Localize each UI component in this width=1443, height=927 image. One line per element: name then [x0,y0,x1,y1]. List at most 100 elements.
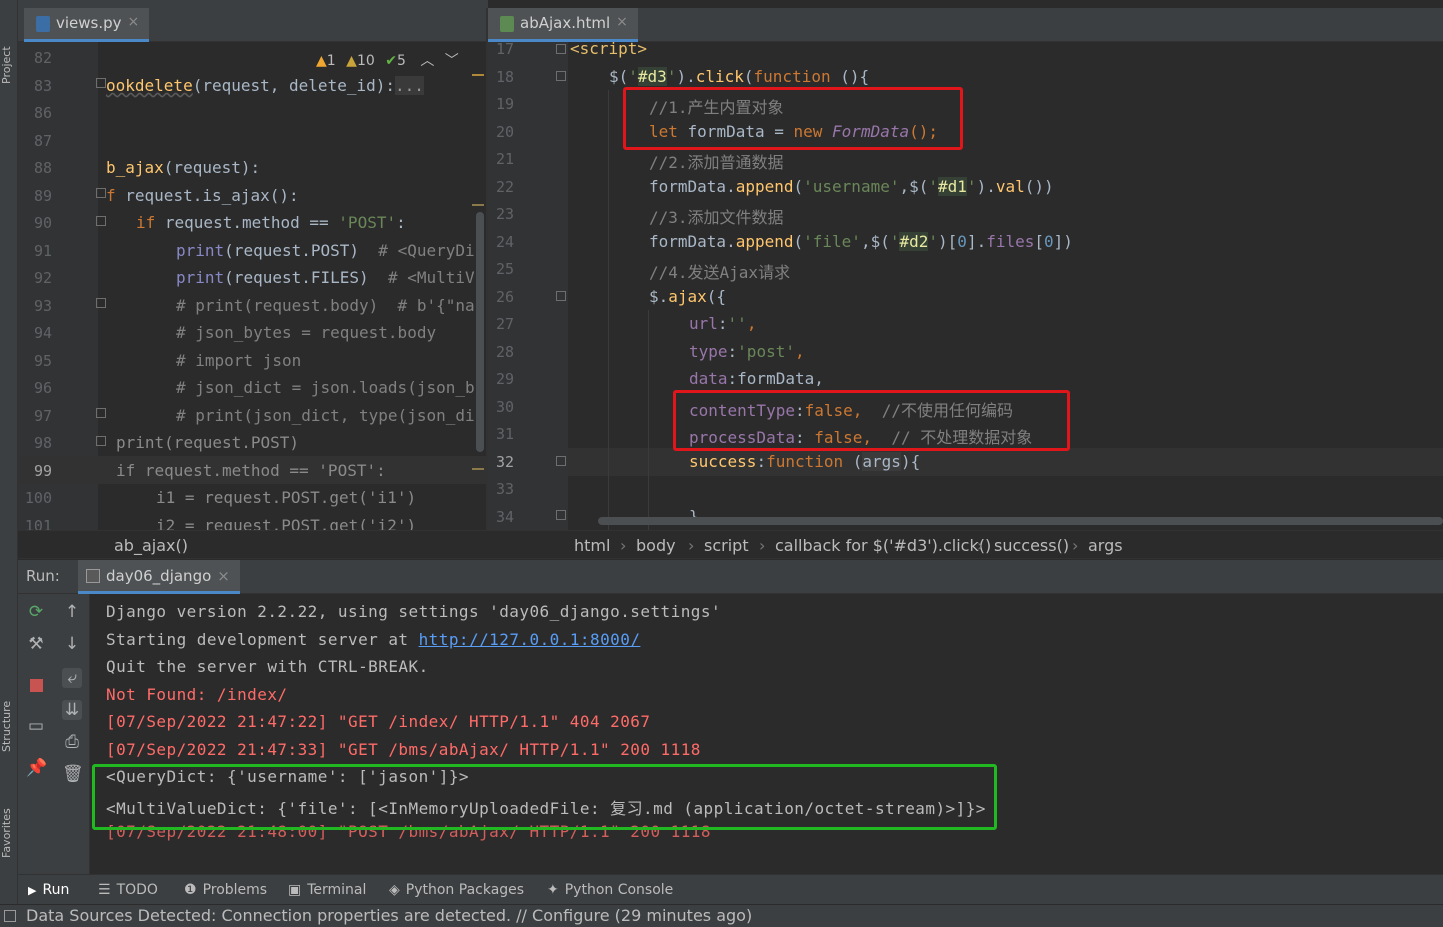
fold-icon[interactable] [556,456,566,466]
close-icon[interactable]: × [217,567,230,591]
tool-run[interactable]: ▶ Run [28,882,69,898]
line-number: 95 [33,352,52,370]
run-toolbar-primary: ⟳ ⚒ ▭ 📌 [18,594,54,874]
code-line-99: if request.method == 'POST': [116,461,386,480]
breadcrumb-separator-icon: › [977,536,984,555]
line-number: 87 [33,132,52,150]
breadcrumb-body[interactable]: body [636,536,676,555]
inspection-widget[interactable]: ▲1 ▲10 ✔5 ︿ ﹀ [316,50,459,70]
breadcrumb-args[interactable]: args [1088,536,1123,555]
left-tool-strip: Project Structure Favorites [0,0,18,927]
code-line-88: b_ajax(request): [106,158,261,177]
html-file-icon [500,16,514,32]
tab-views-py[interactable]: views.py × [24,8,150,42]
line-number: 27 [495,315,514,333]
code-line-101: i2 = request.POST.get('i2') [156,516,417,530]
fold-icon[interactable] [96,436,106,446]
status-toggle-icon[interactable] [4,910,16,922]
tool-terminal[interactable]: ▣ Terminal [288,882,366,898]
fold-icon[interactable] [96,216,106,226]
run-config-tab[interactable]: day06_django × [78,560,240,594]
status-bar: Data Sources Detected: Connection proper… [0,904,1443,927]
print-icon[interactable]: ⎙ [62,732,82,752]
fold-icon[interactable] [96,188,106,198]
structure-tool-label[interactable]: Structure [0,672,18,752]
close-icon[interactable]: × [616,14,628,30]
line-number: 98 [33,434,52,452]
tab-abajax-html[interactable]: abAjax.html × [488,8,638,42]
breadcrumb-left[interactable]: ab_ajax() [114,536,188,555]
tool-problems[interactable]: ❶ Problems [184,882,267,898]
console-line: Quit the server with CTRL-BREAK. [106,657,429,676]
breadcrumb-success[interactable]: success() [994,536,1069,555]
code-line-24: formData.append('file',$('#d2')[0].files… [649,232,1073,251]
arrow-down-icon[interactable]: ↓ [62,634,82,654]
code-line-97: # print(json_dict, type(json_di [176,406,475,425]
stop-icon[interactable] [26,676,46,696]
scrollbar[interactable] [476,212,484,452]
line-number: 29 [495,370,514,388]
warning-stripe[interactable] [472,204,484,206]
packages-icon: ◈ [389,882,400,898]
wrench-icon[interactable]: ⚒ [26,634,46,654]
line-number: 94 [33,324,52,342]
chevron-up-icon[interactable]: ︿ [420,53,434,69]
arrow-up-icon[interactable]: ↑ [62,602,82,622]
pin-icon[interactable]: 📌 [26,758,47,778]
code-line-90: if request.method == 'POST': [136,213,406,232]
project-tool-label[interactable]: Project [0,14,18,84]
fold-icon[interactable] [96,78,106,88]
tool-python-console[interactable]: ✦ Python Console [547,882,673,898]
indent-guide [608,90,609,530]
server-url-link[interactable]: http://127.0.0.1:8000/ [419,630,641,649]
fold-icon[interactable] [96,298,106,308]
right-editor[interactable]: 17 18 19 20 21 22 23 24 25 26 27 28 29 3… [488,42,1443,530]
fold-icon[interactable] [556,291,566,301]
chevron-down-icon[interactable]: ﹀ [445,53,459,69]
scroll-to-end-icon[interactable]: ⇊ [62,700,82,720]
tool-todo[interactable]: ☰ TODO [98,882,158,898]
breadcrumb-script[interactable]: script [704,536,749,555]
fold-icon[interactable] [556,44,566,54]
layout-icon[interactable]: ▭ [26,716,46,736]
close-icon[interactable]: × [128,14,140,30]
line-number: 20 [495,123,514,141]
rerun-icon[interactable]: ⟳ [26,602,46,622]
weak-warning-icon: ▲ [346,53,357,69]
code-line-27: url:'', [689,314,757,333]
console-line: Django version 2.2.22, using settings 'd… [106,602,722,621]
code-line-93: # print(request.body) # b'{"na [176,296,475,315]
status-message[interactable]: Data Sources Detected: Connection proper… [26,906,752,925]
code-line-95: # import json [176,351,302,370]
fold-icon[interactable] [556,71,566,81]
line-number: 28 [495,343,514,361]
left-editor[interactable]: ▲1 ▲10 ✔5 ︿ ﹀ 82 83 86 87 88 89 90 91 92… [18,42,488,530]
code-line-96: # json_dict = json.loads(json_b [176,378,475,397]
console-line: [07/Sep/2022 21:47:22] "GET /index/ HTTP… [106,712,651,731]
fold-icon[interactable] [556,510,566,520]
line-number: 93 [33,297,52,315]
tab-label: views.py [56,14,122,32]
fold-icon[interactable] [96,408,106,418]
warning-stripe[interactable] [472,74,484,76]
line-number: 97 [33,407,52,425]
soft-wrap-icon[interactable]: ⤶ [62,668,82,688]
code-line-89: f request.is_ajax(): [106,186,299,205]
warning-stripe[interactable] [472,468,484,470]
code-line-94: # json_bytes = request.body [176,323,437,342]
run-toolbar-secondary: ↑ ↓ ⤶ ⇊ ⎙ 🗑 [54,594,90,874]
tool-python-packages[interactable]: ◈ Python Packages [389,882,524,898]
breadcrumb-separator-icon: › [1072,536,1079,555]
breadcrumb-html[interactable]: html [574,536,610,555]
line-number: 101 [24,517,52,530]
horizontal-scrollbar[interactable] [598,517,1443,525]
code-line-32: success:function (args){ [689,452,921,471]
console-line: Starting development server at http://12… [106,630,641,649]
left-tab-bar: views.py × [18,8,488,42]
line-number: 88 [33,159,52,177]
breadcrumb-callback[interactable]: callback for $('#d3').click() [775,536,991,555]
line-number: 22 [495,178,514,196]
trash-icon[interactable]: 🗑 [62,764,84,784]
code-line-25: //4.发送Ajax请求 [649,263,791,282]
favorites-tool-label[interactable]: Favorites [0,778,18,858]
